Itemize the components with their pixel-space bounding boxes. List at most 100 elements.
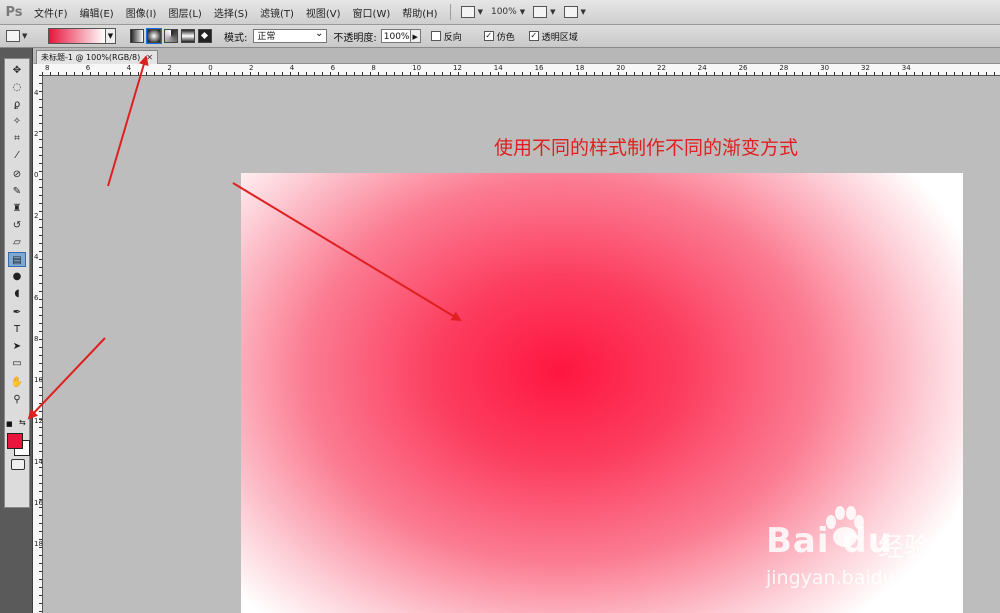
linear-gradient-button[interactable] [130, 29, 144, 43]
options-bar: ▼ ▼ 模式: 正常 不透明度: 100% ▶ 反向 ✓ 仿色 ✓ 透明区域 [0, 25, 1000, 48]
angle-gradient-button[interactable] [164, 29, 178, 43]
ruler-left[interactable]: 4 2 0 2 4 6 8 10 12 14 16 18 [33, 75, 43, 613]
marquee-icon[interactable]: ◌ [8, 80, 26, 95]
arrow-to-radial-button [107, 55, 149, 187]
default-colors-icon[interactable]: ■ [6, 420, 13, 428]
watermark: Bai du 经验 jingyan.baidu.com [760, 505, 980, 605]
opacity-input[interactable]: 100% [380, 29, 411, 43]
healing-brush-icon[interactable]: ⊘ [8, 167, 26, 182]
ruler-top-label: 4 [289, 64, 295, 72]
reverse-checkbox-box[interactable] [430, 31, 441, 41]
close-icon[interactable]: ✕ [146, 51, 153, 64]
ruler-left-label: 12 [34, 417, 43, 425]
blur-icon[interactable]: ● [8, 269, 26, 284]
menu-layer[interactable]: 图层(L) [162, 5, 207, 20]
path-select-icon[interactable]: ➤ [8, 339, 26, 354]
ruler-left-label: 4 [34, 89, 39, 97]
ruler-top-label: 22 [657, 64, 666, 72]
menu-separator [449, 4, 451, 20]
opacity-label: 不透明度: [333, 32, 377, 44]
tool-column: ✥ ◌ ϼ ✧ ⌗ ⁄ ⊘ ✎ ♜ ↺ ▱ ▤ ● ◖ ✒ T ➤ ▭ ✋ ⚲ … [4, 58, 30, 508]
menu-filter[interactable]: 滤镜(T) [254, 5, 300, 20]
ruler-left-label: 2 [34, 130, 39, 138]
brush-icon[interactable]: ✎ [8, 184, 26, 199]
gradient-icon[interactable]: ▤ [8, 252, 26, 267]
ruler-top-label: 2 [167, 64, 172, 72]
watermark-logo-text: Bai du [766, 521, 893, 561]
clone-stamp-icon[interactable]: ♜ [8, 201, 26, 216]
move-icon[interactable]: ✥ [8, 63, 26, 78]
screen-icon [460, 6, 475, 18]
document-tab-title: 未标题-1 @ 100%(RGB/8) [41, 53, 141, 62]
eyedropper-icon[interactable]: ⁄ [8, 148, 26, 163]
opacity-slider-button[interactable]: ▶ [410, 29, 421, 43]
menu-view[interactable]: 视图(V) [300, 5, 347, 20]
zoom-level-select[interactable]: 100% ▼ [487, 7, 529, 17]
ruler-top-label: 0 [208, 64, 213, 72]
history-brush-icon[interactable]: ↺ [8, 218, 26, 233]
reverse-label: 反向 [443, 32, 462, 43]
shape-icon[interactable]: ▭ [8, 356, 26, 371]
zoom-icon[interactable]: ⚲ [8, 392, 26, 407]
quick-mask-icon[interactable] [11, 459, 25, 470]
menu-edit[interactable]: 编辑(E) [74, 5, 120, 20]
menu-bar: Ps 文件(F) 编辑(E) 图像(I) 图层(L) 选择(S) 滤镜(T) 视… [0, 0, 1000, 25]
gradient-picker-dropdown[interactable]: ▼ [106, 28, 116, 44]
radial-gradient-button[interactable] [146, 28, 162, 44]
diamond-gradient-button[interactable] [198, 29, 212, 43]
type-icon[interactable]: T [8, 322, 26, 337]
chevron-down-icon: ▼ [22, 32, 28, 40]
dither-label: 仿色 [496, 32, 515, 43]
reflected-gradient-button[interactable] [181, 29, 195, 43]
extras-icon [563, 6, 578, 18]
lasso-icon[interactable]: ϼ [8, 97, 26, 112]
gradient-editor-swatch[interactable] [48, 28, 106, 44]
transparency-checkbox[interactable]: ✓ 透明区域 [528, 30, 578, 43]
ruler-top[interactable]: 8 6 4 2 0 2 4 6 8 10 12 14 16 18 20 22 24 26 28 30 32 34 [42, 64, 1000, 76]
mode-select[interactable]: 正常 [253, 27, 328, 43]
pen-icon[interactable]: ✒ [8, 305, 26, 320]
app-logo: Ps [5, 4, 23, 20]
menu-select[interactable]: 选择(S) [208, 5, 254, 20]
magic-wand-icon[interactable]: ✧ [8, 114, 26, 129]
swap-colors-icon[interactable]: ⇆ [19, 418, 26, 427]
dither-checkbox-box[interactable]: ✓ [483, 31, 494, 41]
dither-checkbox[interactable]: ✓ 仿色 [483, 30, 515, 43]
ruler-left-label: 2 [34, 212, 39, 220]
menu-image[interactable]: 图像(I) [120, 5, 163, 20]
chevron-down-icon: ▼ [477, 8, 483, 16]
ruler-top-label: 2 [249, 64, 254, 72]
tool-preset-picker[interactable]: ▼ [6, 28, 38, 44]
view-extras-button[interactable]: ▼ [560, 6, 590, 18]
ruler-top-label: 4 [126, 64, 132, 72]
ruler-top-label: 18 [575, 64, 585, 72]
document-tab[interactable]: 未标题-1 @ 100%(RGB/8) ✕ [36, 50, 158, 64]
ruler-top-label: 20 [616, 64, 626, 72]
menu-file[interactable]: 文件(F) [28, 5, 74, 20]
ruler-top-label: 24 [697, 64, 707, 72]
dodge-icon[interactable]: ◖ [8, 286, 26, 301]
ruler-left-label: 10 [34, 376, 43, 384]
ruler-top-label: 30 [820, 64, 830, 72]
hand-icon[interactable]: ✋ [8, 375, 26, 390]
ruler-top-label: 8 [371, 64, 376, 72]
reverse-checkbox[interactable]: 反向 [430, 30, 462, 43]
crop-icon[interactable]: ⌗ [8, 131, 26, 146]
zoom-level-value: 100% [490, 7, 517, 17]
toolbox-panel: ✥ ◌ ϼ ✧ ⌗ ⁄ ⊘ ✎ ♜ ↺ ▱ ▤ ● ◖ ✒ T ➤ ▭ ✋ ⚲ … [0, 48, 33, 613]
eraser-icon[interactable]: ▱ [8, 235, 26, 250]
menu-window[interactable]: 窗口(W) [347, 5, 397, 20]
watermark-brand: 经验 [878, 533, 931, 563]
screen-mode-button[interactable]: ▼ [457, 6, 487, 18]
chevron-down-icon: ▼ [519, 8, 526, 16]
ruler-top-label: 12 [453, 64, 462, 72]
menu-help[interactable]: 帮助(H) [396, 5, 443, 20]
ruler-left-label: 0 [34, 171, 39, 179]
foreground-color-swatch[interactable] [7, 433, 23, 449]
ruler-left-label: 16 [34, 499, 43, 507]
ruler-top-label: 14 [493, 64, 503, 72]
ruler-left-label: 8 [34, 335, 39, 343]
ruler-top-label: 34 [901, 64, 911, 72]
arrange-documents-button[interactable]: ▼ [529, 6, 559, 18]
transparency-checkbox-box[interactable]: ✓ [528, 31, 539, 41]
